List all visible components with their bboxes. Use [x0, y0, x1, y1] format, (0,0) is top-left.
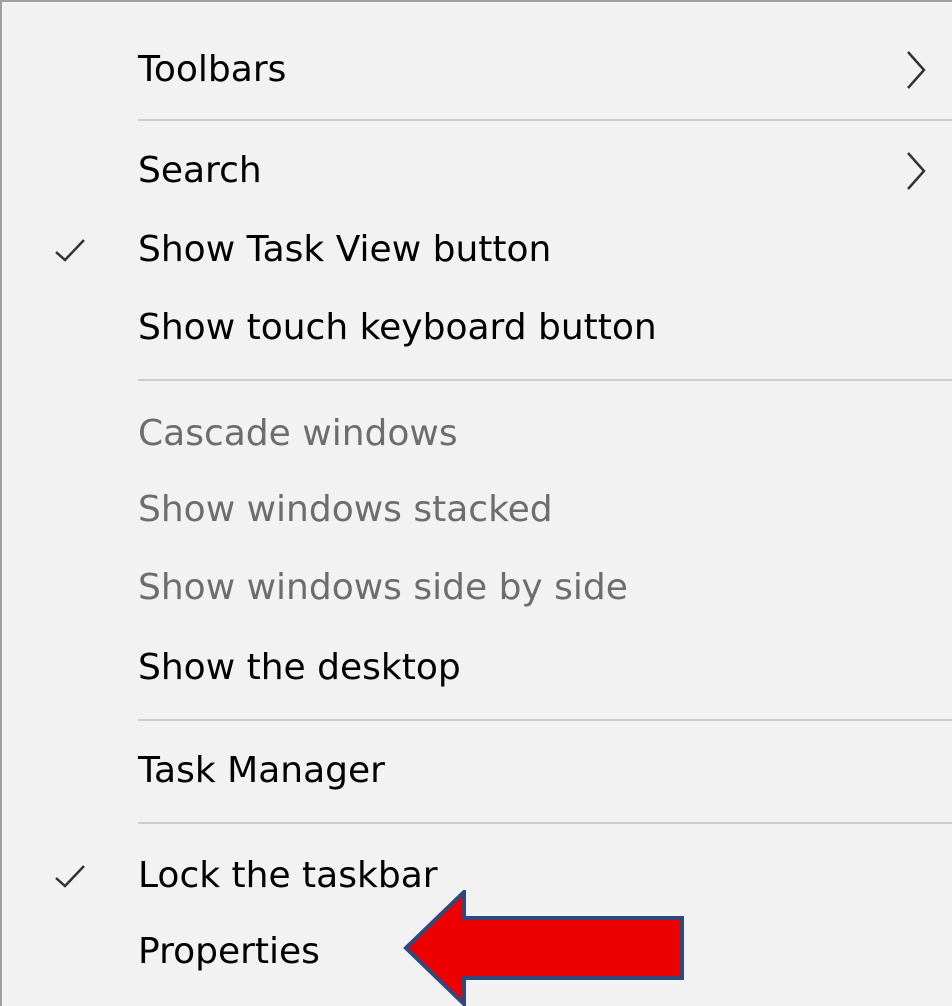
menu-item-label: Task Manager [138, 750, 385, 791]
checkmark-icon [55, 239, 85, 262]
chevron-right-icon [907, 51, 926, 89]
menu-item-label: Show Task View button [138, 229, 552, 270]
menu-item-label: Show windows stacked [138, 489, 553, 530]
menu-item-show-windows-stacked: Show windows stacked [2, 474, 952, 546]
red-arrow-annotation [403, 890, 684, 1006]
menu-item-label: Show windows side by side [138, 567, 628, 608]
menu-item-show-touch-keyboard-button[interactable]: Show touch keyboard button [2, 292, 952, 364]
menu-item-label: Show touch keyboard button [138, 307, 657, 348]
menu-item-show-windows-side-by-side: Show windows side by side [2, 552, 952, 624]
menu-item-label: Lock the taskbar [138, 855, 438, 896]
menu-item-label: Show the desktop [138, 647, 461, 688]
menu-item-label: Properties [138, 931, 320, 972]
menu-item-toolbars[interactable]: Toolbars [2, 34, 952, 106]
menu-item-search[interactable]: Search [2, 135, 952, 207]
menu-item-show-task-view-button[interactable]: Show Task View button [2, 214, 952, 286]
chevron-right-icon [907, 152, 926, 190]
menu-item-label: Toolbars [138, 49, 287, 90]
taskbar-context-menu: Toolbars Search Show Task View button Sh… [0, 0, 952, 1006]
checkmark-icon [55, 865, 85, 888]
menu-separator [138, 119, 952, 121]
menu-separator [138, 822, 952, 824]
menu-item-cascade-windows: Cascade windows [2, 398, 952, 470]
menu-item-label: Search [138, 150, 262, 191]
menu-item-show-the-desktop[interactable]: Show the desktop [2, 632, 952, 704]
menu-item-task-manager[interactable]: Task Manager [2, 735, 952, 807]
menu-item-label: Cascade windows [138, 413, 458, 454]
menu-separator [138, 379, 952, 381]
menu-separator [138, 719, 952, 721]
